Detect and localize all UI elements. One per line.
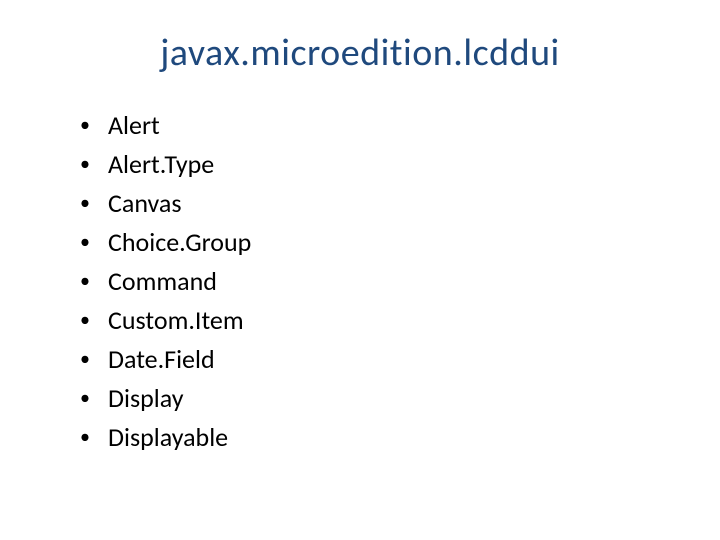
list-item: • Display: [80, 379, 670, 418]
bullet-icon: •: [80, 106, 108, 144]
slide: javax.microedition.lcddui • Alert • Aler…: [0, 0, 720, 540]
list-item-label: Custom.Item: [108, 301, 244, 340]
slide-title: javax.microedition.lcddui: [50, 30, 670, 76]
list-item-label: Canvas: [108, 184, 182, 223]
list-item: • Canvas: [80, 184, 670, 223]
bullet-icon: •: [80, 145, 108, 183]
list-item-label: Choice.Group: [108, 223, 251, 262]
list-item: • Choice.Group: [80, 223, 670, 262]
bullet-icon: •: [80, 223, 108, 261]
bullet-icon: •: [80, 184, 108, 222]
list-item-label: Displayable: [108, 418, 228, 457]
list-item-label: Command: [108, 262, 217, 301]
list-item-label: Alert.Type: [108, 145, 214, 184]
list-item: • Displayable: [80, 418, 670, 457]
bullet-icon: •: [80, 301, 108, 339]
class-list: • Alert • Alert.Type • Canvas • Choice.G…: [50, 106, 670, 457]
list-item: • Command: [80, 262, 670, 301]
list-item: • Date.Field: [80, 340, 670, 379]
list-item: • Alert: [80, 106, 670, 145]
list-item-label: Alert: [108, 106, 160, 145]
list-item-label: Display: [108, 379, 184, 418]
list-item: • Alert.Type: [80, 145, 670, 184]
bullet-icon: •: [80, 418, 108, 456]
bullet-icon: •: [80, 340, 108, 378]
bullet-icon: •: [80, 379, 108, 417]
list-item: • Custom.Item: [80, 301, 670, 340]
list-item-label: Date.Field: [108, 340, 215, 379]
bullet-icon: •: [80, 262, 108, 300]
